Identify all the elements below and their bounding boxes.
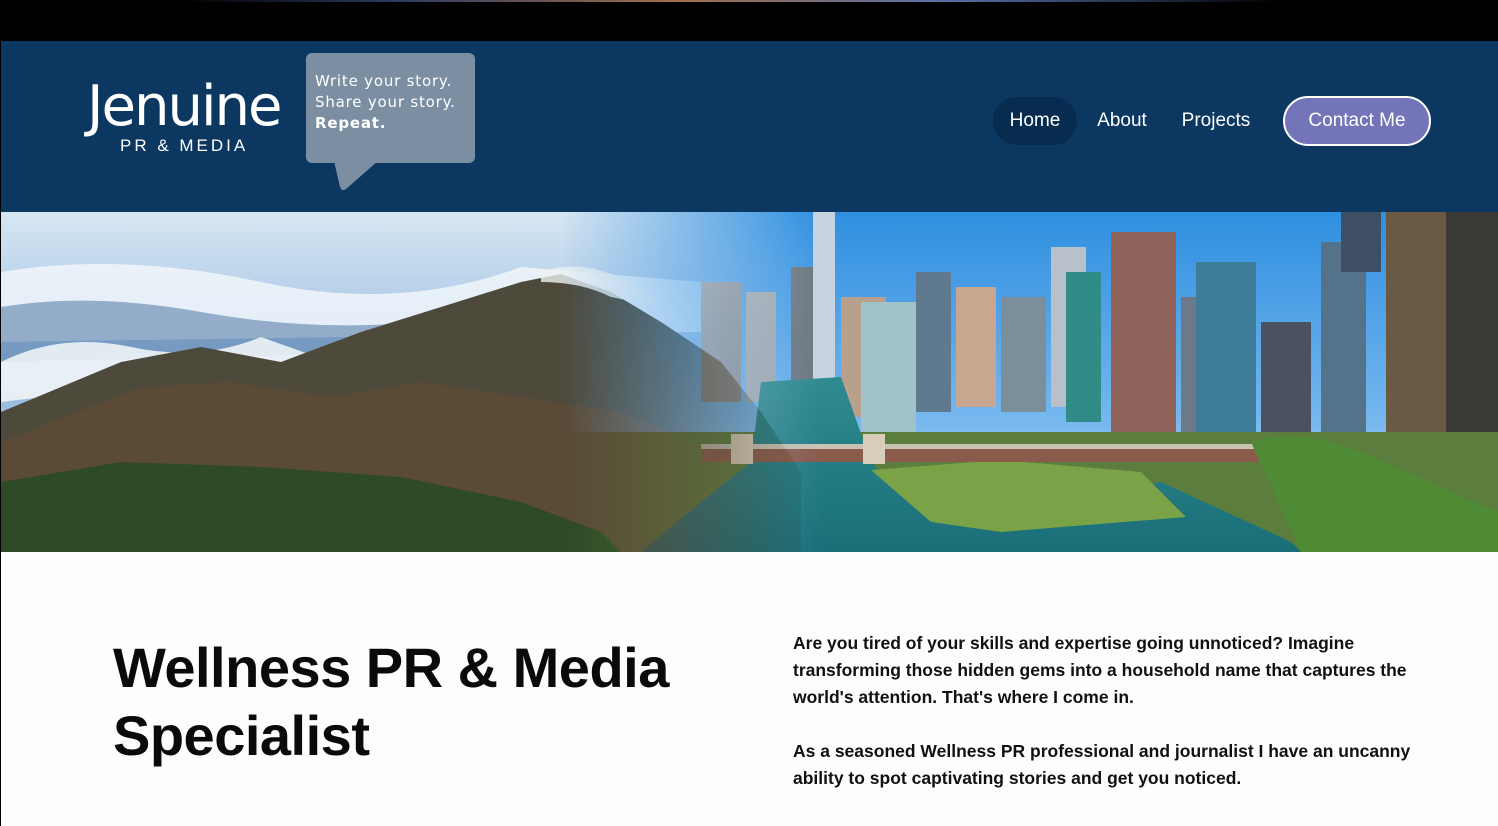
tagline-speech-bubble: Write your story. Share your story. Repe… bbox=[306, 53, 475, 163]
nav-about[interactable]: About bbox=[1086, 97, 1158, 145]
tagline-line-2: Share your story. bbox=[315, 93, 456, 111]
tagline-line-1: Write your story. bbox=[315, 72, 453, 90]
main-content: Wellness PR & Media Specialist Are you t… bbox=[1, 552, 1498, 826]
brand-subtitle: PR & MEDIA bbox=[120, 136, 249, 155]
intro-paragraph-2: As a seasoned Wellness PR professional a… bbox=[793, 741, 1411, 788]
page-title: Wellness PR & Media Specialist bbox=[113, 636, 669, 767]
contact-me-button[interactable]: Contact Me bbox=[1283, 96, 1431, 146]
brand-logo[interactable]: Jenuine PR & MEDIA bbox=[87, 77, 287, 157]
nav-home[interactable]: Home bbox=[993, 97, 1077, 145]
site-header: Jenuine PR & MEDIA Write your story. Sha… bbox=[1, 41, 1498, 212]
intro-paragraph-1: Are you tired of your skills and experti… bbox=[793, 633, 1407, 707]
speech-bubble-tail-icon bbox=[334, 161, 378, 191]
top-glow-line bbox=[180, 0, 1280, 2]
nav-projects[interactable]: Projects bbox=[1171, 97, 1261, 145]
intro-text: Are you tired of your skills and experti… bbox=[793, 630, 1413, 819]
hero-banner-image bbox=[1, 212, 1498, 552]
tagline-line-3: Repeat. bbox=[315, 114, 387, 132]
hero-landscape-illustration bbox=[1, 212, 1498, 552]
browser-top-bar bbox=[0, 0, 1498, 41]
brand-name: Jenuine bbox=[87, 74, 282, 139]
